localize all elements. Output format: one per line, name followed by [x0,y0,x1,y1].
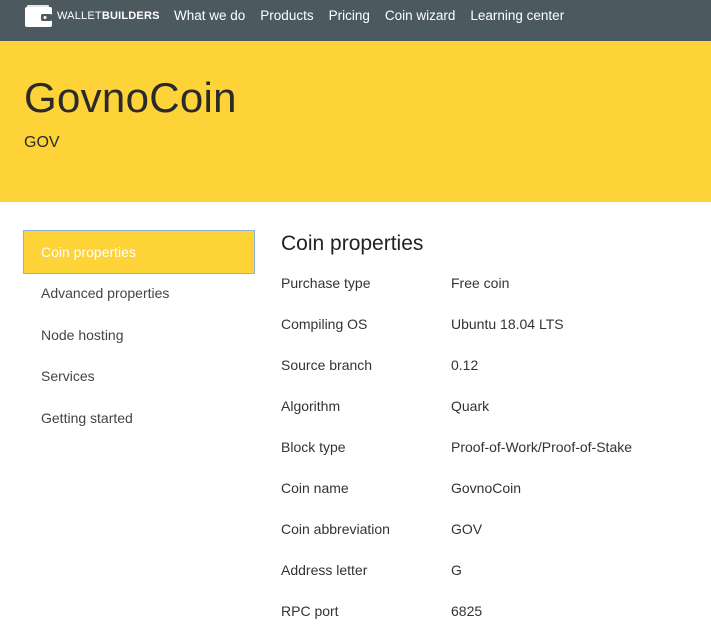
page-title: GovnoCoin [24,74,237,121]
property-row: Compiling OS Ubuntu 18.04 LTS [281,314,701,355]
property-row: Source branch 0.12 [281,355,701,396]
sidebar-menu: Coin properties Advanced properties Node… [23,230,255,439]
logo-word-bold: BUILDERS [101,10,160,22]
wallet-icon [25,5,52,27]
sidebar-item-getting-started[interactable]: Getting started [23,397,255,439]
main-nav: What we do Products Pricing Coin wizard … [174,6,579,26]
nav-coin-wizard[interactable]: Coin wizard [385,6,456,26]
property-value: GOV [451,521,483,537]
property-value: Quark [451,398,490,414]
nav-what-we-do[interactable]: What we do [174,6,245,26]
property-value: GovnoCoin [451,480,522,496]
property-value: Ubuntu 18.04 LTS [451,316,564,332]
top-navigation-bar: WALLET BUILDERS What we do Products Prici… [0,0,711,41]
property-label: Coin abbreviation [281,521,390,537]
nav-products[interactable]: Products [260,6,313,26]
property-row: Coin abbreviation GOV [281,519,701,560]
property-label: Coin name [281,480,349,496]
property-row: Purchase type Free coin [281,273,701,314]
property-label: Algorithm [281,398,341,414]
property-value: 0.12 [451,357,479,373]
property-label: Compiling OS [281,316,368,332]
property-value: 6825 [451,603,483,619]
sidebar-item-coin-properties[interactable]: Coin properties [23,230,255,274]
property-label: RPC port [281,603,339,619]
coin-ticker: GOV [24,134,60,151]
sidebar-item-node-hosting[interactable]: Node hosting [23,314,255,356]
property-row: Address letter G [281,560,701,601]
walletbuilders-logo[interactable]: WALLET BUILDERS [24,4,160,28]
sidebar-item-advanced-properties[interactable]: Advanced properties [23,272,255,314]
section-title: Coin properties [281,232,424,255]
property-label: Block type [281,439,346,455]
properties-list: Purchase type Free coin Compiling OS Ubu… [281,273,701,642]
property-row: RPC port 6825 [281,601,701,642]
property-label: Source branch [281,357,373,373]
property-value: Proof-of-Work/Proof-of-Stake [451,439,633,455]
hero-banner: GovnoCoin GOV [0,41,711,202]
property-row: Coin name GovnoCoin [281,478,701,519]
sidebar-item-services[interactable]: Services [23,356,255,398]
property-row: Block type Proof-of-Work/Proof-of-Stake [281,437,701,478]
property-label: Purchase type [281,275,371,291]
property-row: Algorithm Quark [281,396,701,437]
nav-learning-center[interactable]: Learning center [470,6,564,26]
nav-pricing[interactable]: Pricing [329,6,370,26]
property-label: Address letter [281,562,368,578]
logo-text: WALLET BUILDERS [57,10,160,22]
property-value: Free coin [451,275,510,291]
property-value: G [451,562,462,578]
logo-word-light: WALLET [57,10,102,22]
